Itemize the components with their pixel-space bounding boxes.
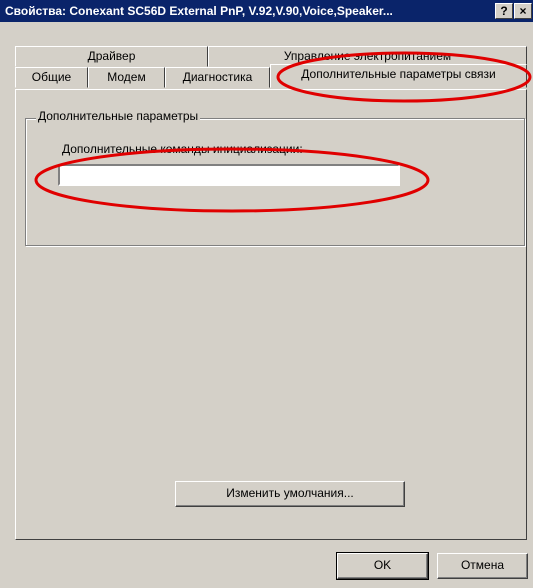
cancel-label: Отмена bbox=[460, 558, 505, 572]
close-button[interactable]: × bbox=[514, 3, 532, 19]
init-commands-label: Дополнительные команды инициализации: bbox=[62, 142, 303, 156]
tab-general[interactable]: Общие bbox=[15, 67, 88, 88]
help-button[interactable]: ? bbox=[495, 3, 513, 19]
tab-advanced-settings[interactable]: Дополнительные параметры связи bbox=[270, 64, 527, 88]
tab-advanced-settings-label: Дополнительные параметры связи bbox=[301, 67, 496, 81]
tab-modem-label: Модем bbox=[107, 70, 146, 84]
tab-general-label: Общие bbox=[31, 70, 72, 84]
ok-label: OK bbox=[373, 558, 392, 572]
tab-diagnostics[interactable]: Диагностика bbox=[165, 67, 270, 88]
title-bar[interactable]: Свойства: Conexant SC56D External PnP, V… bbox=[0, 0, 533, 22]
tab-driver[interactable]: Драйвер bbox=[15, 46, 208, 67]
modem-properties-window: Свойства: Conexant SC56D External PnP, V… bbox=[0, 0, 533, 588]
group-label: Дополнительные параметры bbox=[36, 109, 201, 123]
cancel-button[interactable]: Отмена bbox=[437, 553, 528, 579]
tab-modem[interactable]: Модем bbox=[88, 67, 165, 88]
tab-driver-label: Драйвер bbox=[87, 49, 136, 63]
ok-button[interactable]: OK bbox=[336, 552, 429, 580]
tab-power-management-label: Управление электропитанием bbox=[283, 49, 452, 63]
tab-diagnostics-label: Диагностика bbox=[182, 70, 253, 84]
window-title: Свойства: Conexant SC56D External PnP, V… bbox=[5, 4, 393, 18]
change-defaults-label: Изменить умолчания... bbox=[226, 486, 354, 500]
change-defaults-button[interactable]: Изменить умолчания... bbox=[175, 481, 405, 507]
init-commands-input[interactable] bbox=[58, 164, 400, 186]
